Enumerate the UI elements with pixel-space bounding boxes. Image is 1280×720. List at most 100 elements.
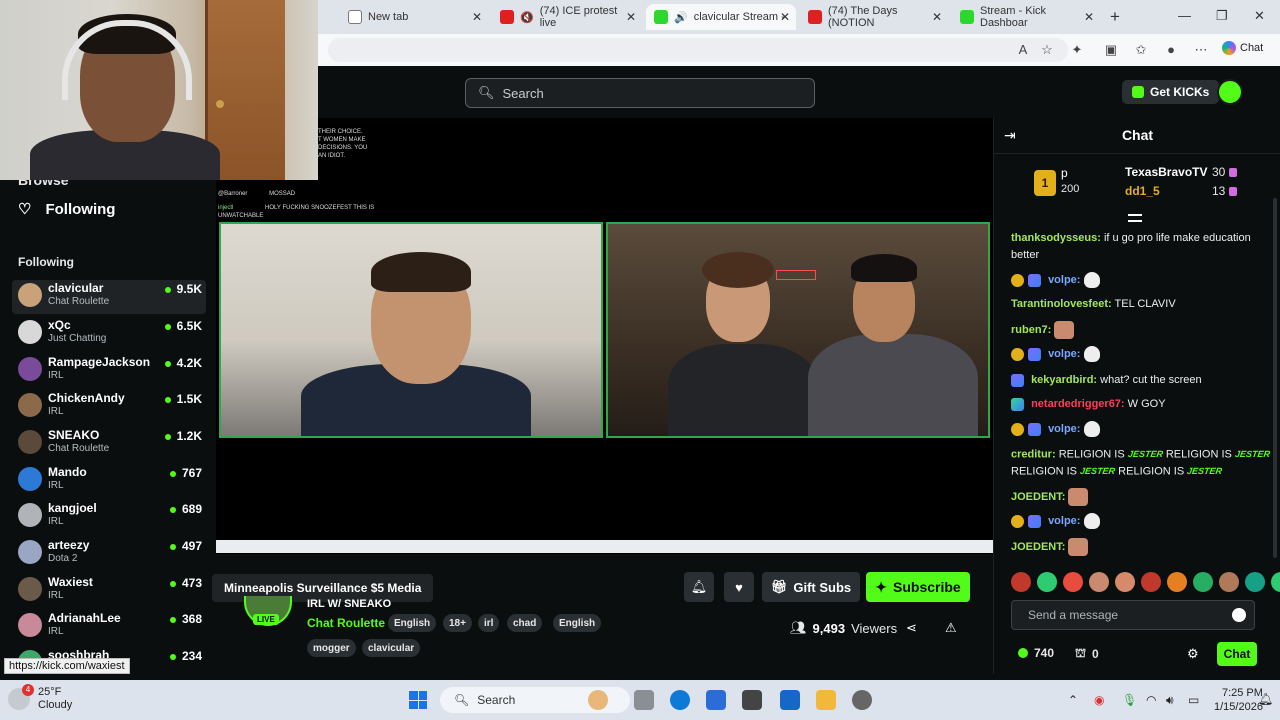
favorite-star-icon[interactable]: ☆ (1040, 43, 1054, 57)
get-kicks-button[interactable]: Get KICKs (1122, 80, 1220, 104)
extensions-icon[interactable]: ✦ (1070, 43, 1084, 57)
url-field[interactable] (328, 38, 1068, 62)
favorites-icon[interactable]: ✩ (1134, 43, 1148, 57)
weather-widget[interactable]: 4 25°F Cloudy (8, 684, 72, 712)
tab-kick-dashboard[interactable]: Stream - Kick Dashboar ✕ (952, 4, 1100, 30)
chat-username[interactable]: volpe: (1048, 274, 1080, 286)
tab-new-tab[interactable]: New tab ✕ (340, 4, 488, 30)
follow-heart-button[interactable]: ♥ (724, 572, 754, 602)
chat-username[interactable]: netardedrigger67: (1031, 398, 1125, 410)
pinned-menu-icon[interactable] (1128, 214, 1142, 222)
chat-username[interactable]: kekyardbird: (1031, 374, 1097, 386)
volume-icon[interactable]: 🔊︎ (1166, 693, 1174, 708)
read-aloud-icon[interactable]: A (1016, 43, 1030, 57)
app-icon[interactable] (742, 690, 762, 710)
emote-icon[interactable] (1141, 572, 1161, 592)
sidebar-channel-arteezy[interactable]: arteezy Dota 2 497 (12, 537, 206, 571)
mute-icon[interactable]: 🔇 (520, 11, 534, 24)
sidebar-channel-sneako[interactable]: SNEAKO Chat Roulette 1.2K (12, 427, 206, 461)
settings-icon[interactable] (852, 690, 872, 710)
outlook-icon[interactable] (780, 690, 800, 710)
emote-icon[interactable] (1245, 572, 1265, 592)
category-link[interactable]: Chat Roulette (307, 616, 385, 630)
tag-clavicular[interactable]: clavicular (362, 639, 421, 657)
sidebar-channel-xqc[interactable]: xQc Just Chatting 6.5K (12, 317, 206, 351)
chat-username[interactable]: volpe: (1048, 515, 1080, 527)
emote-icon[interactable] (1115, 572, 1135, 592)
profile-icon[interactable]: ● (1164, 43, 1178, 57)
minimize-icon[interactable]: — (1178, 8, 1191, 23)
new-tab-plus-icon[interactable]: + (1110, 7, 1120, 27)
close-tab-icon[interactable]: ✕ (1084, 10, 1094, 24)
close-tab-icon[interactable]: ✕ (780, 10, 790, 24)
chat-username[interactable]: creditur: (1011, 448, 1056, 460)
sidebar-channel-adrianahlee[interactable]: AdrianahLee IRL 368 (12, 610, 206, 644)
sidebar-channel-kangjoel[interactable]: kangjoel IRL 689 (12, 500, 206, 534)
emote-icon[interactable] (1219, 572, 1239, 592)
sidebar-channel-chickenandy[interactable]: ChickenAndy IRL 1.5K (12, 390, 206, 424)
chat-username[interactable]: volpe: (1048, 423, 1080, 435)
emote-icon[interactable] (1037, 572, 1057, 592)
close-tab-icon[interactable]: ✕ (626, 10, 636, 24)
chat-username[interactable]: ruben7: (1011, 324, 1051, 336)
sidebar-channel-mando[interactable]: Mando IRL 767 (12, 464, 206, 498)
tag-mogger[interactable]: mogger (307, 639, 356, 657)
close-tab-icon[interactable]: ✕ (932, 10, 942, 24)
restore-icon[interactable]: ❐ (1216, 8, 1228, 24)
subscribe-button[interactable]: ✦ Subscribe (866, 572, 970, 602)
emote-icon[interactable] (1167, 572, 1187, 592)
share-icon[interactable]: ⋖ (906, 620, 917, 636)
chat-scrollbar[interactable] (1273, 198, 1277, 558)
chat-settings-gear-icon[interactable]: ⚙ (1187, 646, 1199, 662)
close-tab-icon[interactable]: ✕ (472, 10, 482, 24)
search-input[interactable]: 🔍︎ Search (465, 78, 815, 108)
report-warning-icon[interactable]: ⚠ (945, 620, 957, 636)
emoji-picker-icon[interactable] (1232, 608, 1246, 622)
sidebar-channel-clavicular[interactable]: clavicular Chat Roulette 9.5K (12, 280, 206, 314)
channel-points[interactable]: 740 (1018, 646, 1054, 660)
notification-center-icon[interactable]: 🔔︎ (1258, 692, 1273, 706)
speaker-icon[interactable]: 🔊 (674, 11, 688, 24)
task-view-icon[interactable] (634, 690, 654, 710)
app-food-icon[interactable] (588, 690, 608, 710)
emote-icon[interactable] (1089, 572, 1109, 592)
battery-icon[interactable]: ▭ (1188, 693, 1199, 707)
chat-username[interactable]: JOEDENT: (1011, 541, 1065, 553)
store-icon[interactable] (706, 690, 726, 710)
chat-username[interactable]: Tarantinolovesfeet: (1011, 298, 1112, 310)
tag-chad[interactable]: chad (507, 614, 543, 632)
gift-count[interactable]: ⛫ 0 (1075, 646, 1099, 662)
tab-ice-protest[interactable]: 🔇 (74) ICE protest live ✕ (492, 4, 642, 30)
wifi-icon[interactable]: ◠ (1146, 693, 1156, 707)
gift-subs-button[interactable]: 🎁︎ Gift Subs (762, 572, 860, 602)
tag-18plus[interactable]: 18+ (443, 614, 472, 632)
system-clock[interactable]: 7:25 PM 1/15/2026 (1214, 686, 1263, 714)
tag-english[interactable]: English (388, 614, 437, 632)
file-explorer-icon[interactable] (816, 690, 836, 710)
edge-browser-icon[interactable] (670, 690, 690, 710)
chat-message-input[interactable]: Send a message (1011, 600, 1255, 630)
sidebar-channel-waxiest[interactable]: Waxiest IRL 473 (12, 574, 206, 608)
split-screen-icon[interactable]: ▣ (1104, 43, 1118, 57)
user-avatar[interactable] (1217, 79, 1243, 105)
tag-irl[interactable]: irl (478, 614, 500, 632)
copilot-button[interactable]: Chat (1222, 41, 1263, 55)
chat-username[interactable]: volpe: (1048, 348, 1080, 360)
tag-english-2[interactable]: English (553, 614, 602, 632)
send-chat-button[interactable]: Chat (1217, 642, 1257, 666)
notification-bell-button[interactable]: 🔔︎ (684, 572, 714, 602)
close-window-icon[interactable]: ✕ (1254, 8, 1265, 24)
sidebar-channel-rampagejackson[interactable]: RampageJackson IRL 4.2K (12, 354, 206, 388)
emote-icon[interactable] (1063, 572, 1083, 592)
emote-icon[interactable] (1271, 572, 1280, 592)
chat-username[interactable]: thanksodysseus: (1011, 232, 1101, 244)
chevron-up-icon[interactable]: ⌃ (1068, 693, 1078, 707)
chat-username[interactable]: JOEDENT: (1011, 491, 1065, 503)
tab-the-days[interactable]: (74) The Days (NOTION ✕ (800, 4, 948, 30)
tab-clavicular-stream[interactable]: 🔊 clavicular Stream - ✕ (646, 4, 796, 30)
following-nav-link[interactable]: ♡ Following (18, 200, 115, 219)
emote-icon[interactable] (1011, 572, 1031, 592)
emote-icon[interactable] (1193, 572, 1213, 592)
tray-app-icon[interactable]: ◉ (1094, 693, 1104, 707)
more-menu-icon[interactable]: ⋯ (1194, 43, 1208, 57)
